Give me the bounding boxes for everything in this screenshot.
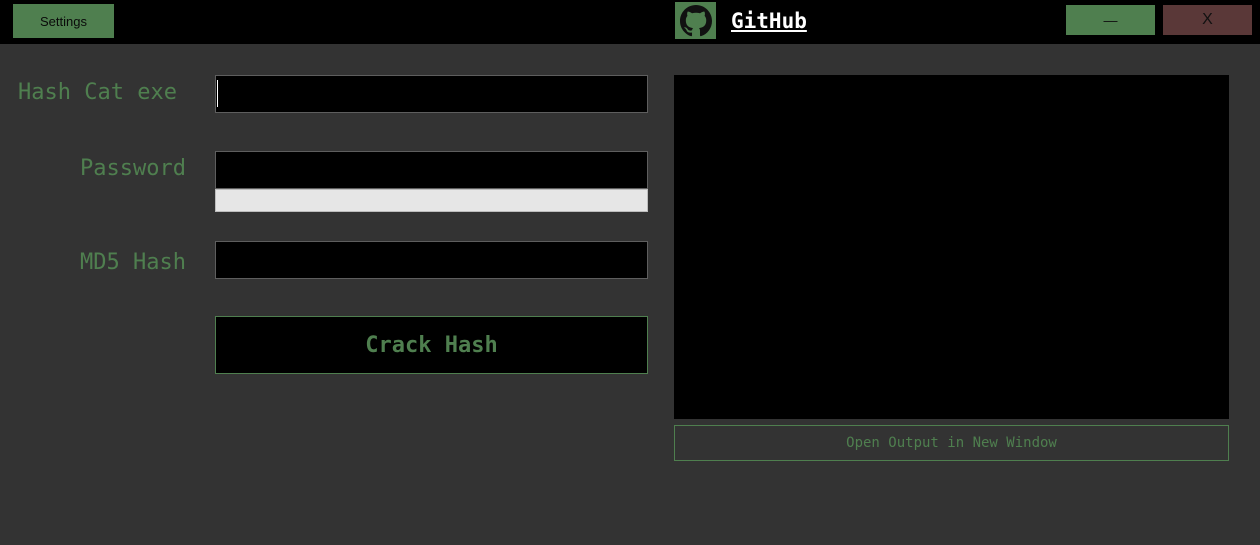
title-bar: Settings GitHub — X bbox=[0, 0, 1260, 44]
github-octocat-icon bbox=[679, 4, 712, 36]
md5-hash-input[interactable] bbox=[215, 241, 648, 279]
close-button[interactable]: X bbox=[1163, 5, 1252, 35]
hashcat-exe-input[interactable] bbox=[215, 75, 648, 113]
open-output-new-window-button[interactable]: Open Output in New Window bbox=[674, 425, 1229, 461]
password-input[interactable] bbox=[215, 151, 648, 189]
hashcat-exe-label: Hash Cat exe bbox=[18, 80, 177, 105]
output-panel[interactable] bbox=[674, 75, 1229, 419]
password-strength-bar bbox=[215, 189, 648, 212]
md5-hash-label: MD5 Hash bbox=[80, 250, 186, 275]
github-icon[interactable] bbox=[675, 2, 716, 39]
minimize-button[interactable]: — bbox=[1066, 5, 1155, 35]
password-label: Password bbox=[80, 156, 186, 181]
crack-hash-button[interactable]: Crack Hash bbox=[215, 316, 648, 374]
github-link[interactable]: GitHub bbox=[731, 6, 807, 36]
text-caret bbox=[217, 80, 218, 107]
settings-button[interactable]: Settings bbox=[13, 4, 114, 38]
